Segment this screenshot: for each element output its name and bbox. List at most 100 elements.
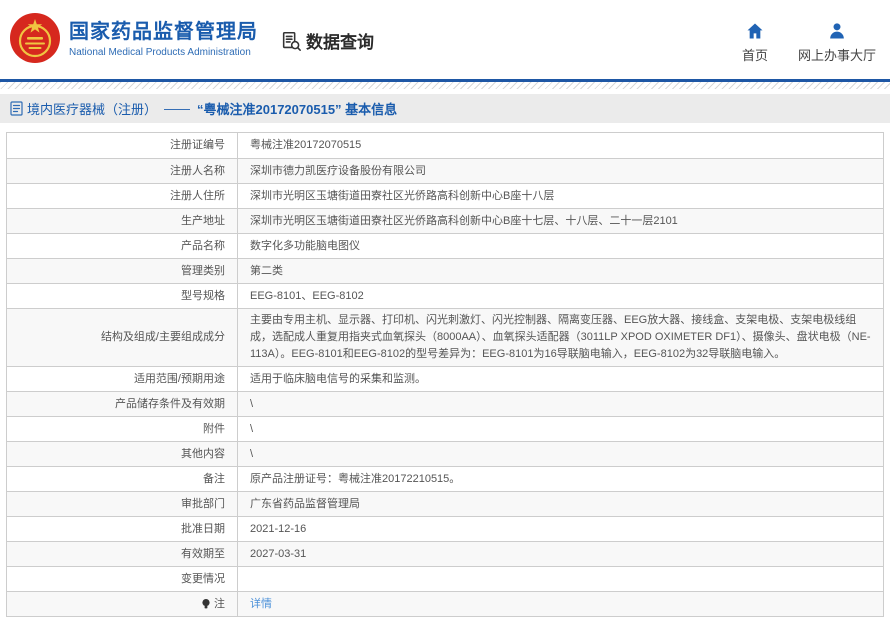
row-label-text: 批准日期: [181, 521, 225, 538]
document-icon: [10, 101, 23, 116]
row-label: 生产地址: [7, 209, 238, 233]
row-label: 产品名称: [7, 234, 238, 258]
table-row: 变更情况: [7, 566, 883, 591]
row-label-text: 注册人住所: [170, 188, 225, 205]
row-value: 深圳市光明区玉塘街道田寮社区光侨路高科创新中心B座十七层、十八层、二十一层210…: [238, 209, 883, 233]
row-label-text: 生产地址: [181, 213, 225, 230]
row-label-text: 附件: [203, 421, 225, 438]
row-value: \: [238, 442, 883, 466]
details-link[interactable]: 详情: [250, 596, 272, 613]
row-label-text: 结构及组成/主要组成成分: [101, 329, 225, 346]
registration-info-table: 注册证编号 粤械注准20172070515 注册人名称 深圳市德力凯医疗设备股份有限公…: [6, 132, 884, 617]
row-value: 详情: [238, 592, 883, 616]
table-row: 其他内容 \: [7, 441, 883, 466]
row-label-text: 注册证编号: [170, 137, 225, 154]
agency-name-en: National Medical Products Administration: [69, 47, 258, 58]
row-value: [238, 567, 883, 591]
table-row: 产品储存条件及有效期 \: [7, 391, 883, 416]
note-icon: [201, 598, 211, 610]
row-label: 附件: [7, 417, 238, 441]
row-label-text: 备注: [203, 471, 225, 488]
row-label: 注册人名称: [7, 159, 238, 183]
table-row: 生产地址 深圳市光明区玉塘街道田寮社区光侨路高科创新中心B座十七层、十八层、二十一…: [7, 208, 883, 233]
row-value: 第二类: [238, 259, 883, 283]
row-value-text: 主要由专用主机、显示器、打印机、闪光刺激灯、闪光控制器、隔离变压器、EEG放大器…: [250, 312, 871, 363]
breadcrumb: 境内医疗器械（注册） —— “粤械注准20172070515” 基本信息: [0, 94, 890, 123]
top-nav: 首页 网上办事大厅: [742, 21, 876, 64]
row-label: 批准日期: [7, 517, 238, 541]
row-value-text: 深圳市德力凯医疗设备股份有限公司: [250, 163, 426, 180]
row-label-text: 其他内容: [181, 446, 225, 463]
row-label: 型号规格: [7, 284, 238, 308]
table-row: 注册人名称 深圳市德力凯医疗设备股份有限公司: [7, 158, 883, 183]
row-value-text: EEG-8101、EEG-8102: [250, 288, 364, 305]
row-label-text: 型号规格: [181, 288, 225, 305]
table-row: 备注 原产品注册证号：粤械注准20172210515。: [7, 466, 883, 491]
row-value: 2021-12-16: [238, 517, 883, 541]
table-row: 有效期至 2027-03-31: [7, 541, 883, 566]
row-value-text: 2021-12-16: [250, 521, 306, 538]
row-value: 深圳市光明区玉塘街道田寮社区光侨路高科创新中心B座十八层: [238, 184, 883, 208]
agency-name: 国家药品监督管理局: [69, 19, 258, 45]
row-label-text: 注册人名称: [170, 163, 225, 180]
row-value-text: \: [250, 396, 253, 413]
user-icon: [827, 21, 847, 41]
table-row: 批准日期 2021-12-16: [7, 516, 883, 541]
row-label-text: 注: [214, 596, 225, 613]
nav-item-service-hall[interactable]: 网上办事大厅: [798, 21, 876, 64]
table-row: 注册证编号 粤械注准20172070515: [7, 133, 883, 158]
nav-label-service-hall: 网上办事大厅: [798, 45, 876, 64]
page-title: “粤械注准20172070515” 基本信息: [197, 99, 397, 118]
table-row: 审批部门 广东省药品监督管理局: [7, 491, 883, 516]
row-label-text: 审批部门: [181, 496, 225, 513]
row-label: 结构及组成/主要组成成分: [7, 309, 238, 366]
row-label: 注册证编号: [7, 133, 238, 158]
nav-item-home[interactable]: 首页: [742, 21, 768, 64]
nav-label-home: 首页: [742, 45, 768, 64]
row-value-text: 原产品注册证号：粤械注准20172210515。: [250, 471, 460, 488]
table-row: 管理类别第二类: [7, 258, 883, 283]
table-row: 产品名称 数字化多功能脑电图仪: [7, 233, 883, 258]
table-row: 注册人住所 深圳市光明区玉塘街道田寮社区光侨路高科创新中心B座十八层: [7, 183, 883, 208]
row-value: 2027-03-31: [238, 542, 883, 566]
row-label-text: 产品名称: [181, 238, 225, 255]
row-label: 审批部门: [7, 492, 238, 516]
row-label: 产品储存条件及有效期: [7, 392, 238, 416]
row-value: 深圳市德力凯医疗设备股份有限公司: [238, 159, 883, 183]
row-value-text: 广东省药品监督管理局: [250, 496, 360, 513]
row-value: \: [238, 417, 883, 441]
row-value: 主要由专用主机、显示器、打印机、闪光刺激灯、闪光控制器、隔离变压器、EEG放大器…: [238, 309, 883, 366]
data-query-button[interactable]: 数据查询: [280, 28, 374, 53]
data-query-label: 数据查询: [306, 28, 374, 53]
row-label: 适用范围/预期用途: [7, 367, 238, 391]
row-value-text: 数字化多功能脑电图仪: [250, 238, 360, 255]
row-label-text: 变更情况: [181, 571, 225, 588]
row-label-text: 有效期至: [181, 546, 225, 563]
row-value: 粤械注准20172070515: [238, 133, 883, 158]
row-value: \: [238, 392, 883, 416]
row-value: EEG-8101、EEG-8102: [238, 284, 883, 308]
row-value-text: 粤械注准20172070515: [250, 137, 361, 154]
row-value-text: 深圳市光明区玉塘街道田寮社区光侨路高科创新中心B座十八层: [250, 188, 554, 205]
breadcrumb-section: 境内医疗器械（注册）: [27, 99, 157, 118]
row-label: 有效期至: [7, 542, 238, 566]
table-row: 注 详情: [7, 591, 883, 616]
row-value: 适用于临床脑电信号的采集和监测。: [238, 367, 883, 391]
row-label: 备注: [7, 467, 238, 491]
row-label: 注: [7, 592, 238, 616]
row-label-text: 产品储存条件及有效期: [115, 396, 225, 413]
agency-brand: 国家药品监督管理局 National Medical Products Admi…: [10, 13, 258, 63]
breadcrumb-separator: ——: [164, 101, 190, 116]
row-label: 其他内容: [7, 442, 238, 466]
row-value-text: 深圳市光明区玉塘街道田寮社区光侨路高科创新中心B座十七层、十八层、二十一层210…: [250, 213, 678, 230]
row-value: 广东省药品监督管理局: [238, 492, 883, 516]
table-row: 适用范围/预期用途适用于临床脑电信号的采集和监测。: [7, 366, 883, 391]
row-value: 数字化多功能脑电图仪: [238, 234, 883, 258]
row-value-text: \: [250, 421, 253, 438]
table-row: 型号规格 EEG-8101、EEG-8102: [7, 283, 883, 308]
home-icon: [745, 21, 765, 41]
header-hatch-band: [0, 82, 890, 89]
header: 国家药品监督管理局 National Medical Products Admi…: [0, 0, 890, 82]
table-row: 结构及组成/主要组成成分 主要由专用主机、显示器、打印机、闪光刺激灯、闪光控制器、…: [7, 308, 883, 366]
data-query-icon: [280, 30, 302, 52]
